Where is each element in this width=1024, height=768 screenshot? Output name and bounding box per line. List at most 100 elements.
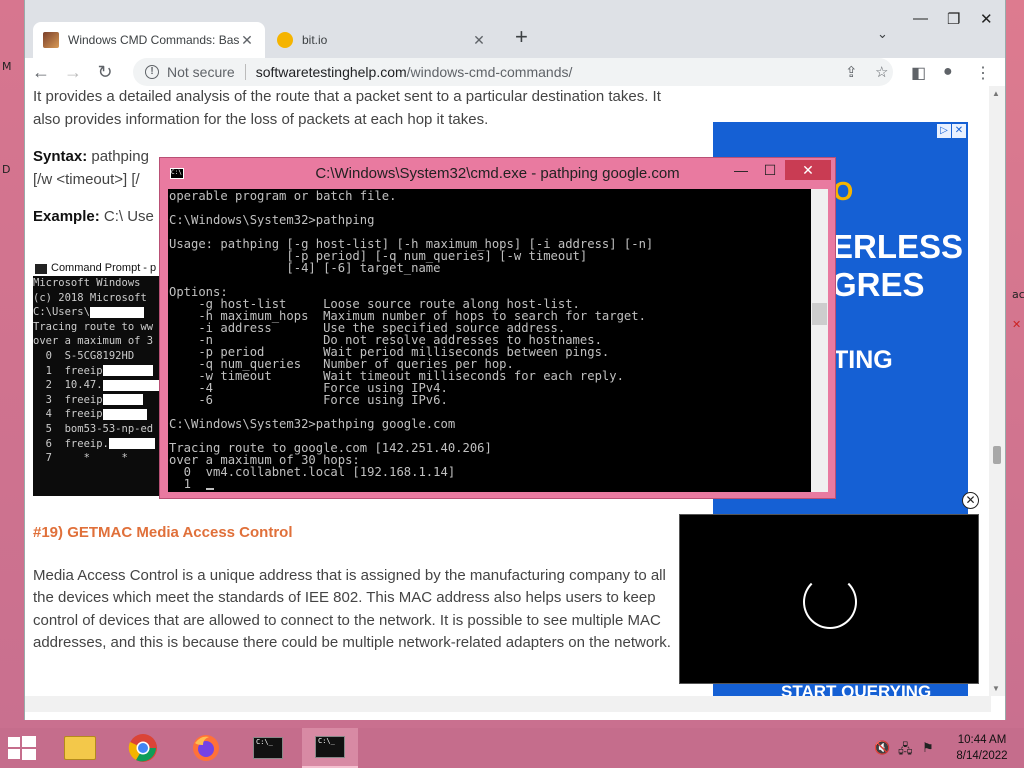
- screenshot-line: over a maximum of 3: [33, 335, 154, 348]
- cmd-screenshot-title: Command Prompt - p: [33, 262, 163, 276]
- chrome-logo-icon: [128, 734, 157, 762]
- tab-strip: Windows CMD Commands: Basic ✕ bit.io ✕ +…: [25, 0, 1005, 58]
- example-text: C:\ Use: [103, 208, 154, 225]
- screenshot-line: 4 freeip: [33, 407, 163, 422]
- system-clock[interactable]: 10:44 AM 8/14/2022: [950, 732, 1014, 764]
- url-host: softwaretestinghelp.com: [255, 64, 407, 80]
- screenshot-hop: 2 10.47.: [33, 379, 103, 392]
- new-tab-button[interactable]: +: [515, 24, 528, 50]
- ad-subline: TING: [833, 346, 893, 374]
- video-player[interactable]: [679, 514, 979, 684]
- screenshot-line: (c) 2018 Microsoft: [33, 291, 147, 304]
- tab-bitio[interactable]: bit.io ✕: [267, 22, 497, 58]
- adchoices-icon[interactable]: ▷: [937, 124, 951, 138]
- redaction-block: [102, 394, 143, 406]
- notification-flag-icon[interactable]: ⚑: [922, 740, 934, 756]
- windows-start-icon[interactable]: [8, 736, 36, 760]
- console-line: C:\Windows\System32>pathping: [169, 213, 375, 227]
- cmd-maximize-icon[interactable]: ☐: [757, 160, 783, 180]
- firefox-logo-icon: [193, 735, 219, 761]
- screenshot-line: Tracing route to ww: [33, 320, 154, 333]
- redaction-block: [102, 365, 153, 377]
- cmd-scrollbar[interactable]: [811, 189, 828, 492]
- section-heading: #19) GETMAC Media Access Control: [33, 524, 293, 541]
- page-scrollbar[interactable]: ▲ ▼: [989, 86, 1005, 696]
- cmd-close-icon[interactable]: ✕: [785, 160, 831, 180]
- tab-search-chevron-icon[interactable]: ⌄: [877, 26, 888, 42]
- side-panel-icon[interactable]: ◧: [911, 63, 926, 83]
- console-line: 0 vm4.collabnet.local [192.168.1.14]: [169, 465, 456, 479]
- ad-headline-line2: GRES: [831, 266, 925, 303]
- maximize-icon[interactable]: ❐: [947, 10, 960, 28]
- cmd-scroll-thumb[interactable]: [812, 303, 827, 325]
- site-favicon-icon: [43, 32, 59, 48]
- cmd-window[interactable]: C:\ C:\Windows\System32\cmd.exe - pathpi…: [159, 157, 836, 499]
- tab-windows-cmd[interactable]: Windows CMD Commands: Basic ✕: [33, 22, 265, 58]
- close-tab-icon[interactable]: ✕: [239, 32, 255, 49]
- video-close-icon[interactable]: ✕: [962, 492, 979, 509]
- cmd-taskbar-item-2[interactable]: C:\_: [302, 728, 358, 768]
- address-bar[interactable]: ! Not secure softwaretestinghelp.com/win…: [133, 58, 893, 86]
- horizontal-scrollbar[interactable]: [25, 696, 991, 712]
- screenshot-line: Microsoft Windows: [33, 277, 141, 289]
- screenshot-hop: 3 freeip: [33, 393, 103, 406]
- menu-kebab-icon[interactable]: ⋮: [975, 63, 991, 83]
- firefox-icon[interactable]: [178, 728, 234, 768]
- screenshot-host: S-5CG8192HD: [64, 349, 135, 362]
- network-icon[interactable]: 🖧: [898, 740, 913, 762]
- security-warning-icon[interactable]: !: [145, 65, 159, 79]
- clock-time: 10:44 AM: [957, 734, 1007, 746]
- desktop-right-edge: [1004, 0, 1024, 728]
- scroll-thumb[interactable]: [993, 446, 1001, 464]
- screenshot-line: 7 * *: [33, 452, 128, 465]
- address-separator: [244, 64, 246, 80]
- tab-title: Windows CMD Commands: Basic: [68, 33, 239, 47]
- cmd-screenshot-image: Command Prompt - p Microsoft Windows (c)…: [33, 262, 163, 496]
- screenshot-line: C:\Users\: [33, 305, 163, 320]
- scroll-down-icon[interactable]: ▼: [992, 684, 1000, 693]
- terminal-icon: C:\_: [253, 737, 283, 759]
- syntax-line2: [/w <timeout>] [/: [33, 170, 140, 188]
- console-line: 1: [169, 478, 811, 490]
- desktop-icon-fragment: D: [2, 163, 11, 176]
- file-explorer-icon[interactable]: [52, 728, 108, 768]
- cmd-titlebar[interactable]: C:\ C:\Windows\System32\cmd.exe - pathpi…: [160, 158, 835, 188]
- taskbar: C:\_ C:\_ 🔇 🖧 ⚑ 10:44 AM 8/14/2022: [0, 728, 1024, 768]
- desktop-icon-fragment: ac: [1012, 288, 1024, 301]
- chrome-icon[interactable]: [115, 728, 171, 768]
- share-icon[interactable]: ⇪: [845, 63, 858, 81]
- screenshot-hop: 4 freeip: [33, 408, 103, 421]
- screenshot-line: 0 S-5CG8192HD: [33, 349, 163, 364]
- forward-arrow-icon[interactable]: →: [61, 60, 85, 84]
- getmac-section: #19) GETMAC Media Access Control Media A…: [33, 522, 683, 670]
- screenshot-line: 6 freeip.: [33, 437, 163, 452]
- screenshot-line: 3 freeip: [33, 393, 163, 408]
- terminal-icon: C:\_: [315, 736, 345, 758]
- scroll-up-icon[interactable]: ▲: [992, 89, 1000, 98]
- console-line: -6 Force using IPv6.: [169, 393, 448, 407]
- screenshot-hop: 1 freeip: [33, 364, 103, 377]
- cmd-taskbar-item-1[interactable]: C:\_: [240, 728, 296, 768]
- console-line: C:\Windows\System32>pathping google.com: [169, 417, 456, 431]
- back-arrow-icon[interactable]: ←: [29, 60, 53, 84]
- ad-close-icon[interactable]: ✕: [952, 124, 966, 138]
- volume-muted-icon[interactable]: 🔇: [874, 740, 890, 756]
- close-window-icon[interactable]: ✕: [980, 10, 993, 28]
- minimize-icon[interactable]: —: [913, 10, 928, 27]
- profile-avatar-icon[interactable]: ●: [943, 63, 953, 81]
- desktop-left-edge: [0, 0, 24, 728]
- cmd-minimize-icon[interactable]: —: [728, 160, 754, 180]
- syntax-text: pathping: [91, 148, 149, 165]
- bookmark-star-icon[interactable]: ☆: [875, 63, 888, 81]
- ad-cta: START QUERYING: [781, 682, 932, 696]
- redaction-block: [89, 306, 144, 318]
- example-label: Example:: [33, 208, 100, 225]
- screenshot-prompt: C:\Users\: [33, 306, 90, 319]
- redaction-block: [102, 379, 161, 391]
- close-tab-icon[interactable]: ✕: [471, 32, 487, 49]
- reload-icon[interactable]: ↻: [93, 60, 117, 84]
- cmd-console[interactable]: operable program or batch file. C:\Windo…: [168, 189, 811, 492]
- tab-title: bit.io: [302, 33, 328, 47]
- ad-headline-line1: ERLESS: [831, 228, 964, 265]
- screenshot-line: 5 bom53-53-np-ed: [33, 422, 154, 435]
